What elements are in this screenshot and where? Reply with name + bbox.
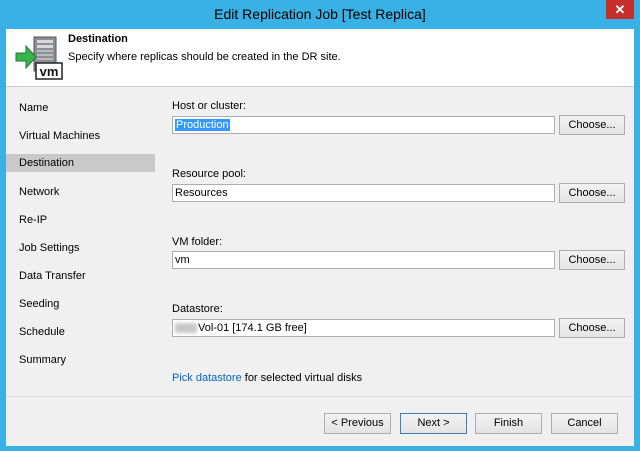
vm-folder-label: VM folder: xyxy=(172,236,223,248)
close-button[interactable]: ✕ xyxy=(606,0,634,19)
cancel-button[interactable]: Cancel xyxy=(551,413,618,434)
resource-pool-field[interactable]: Resources xyxy=(172,184,555,202)
choose-resource-pool-button[interactable]: Choose... xyxy=(559,183,625,203)
sidebar-item-name[interactable]: Name xyxy=(6,99,155,117)
host-or-cluster-field[interactable]: Production xyxy=(172,116,555,134)
wizard-header: vm Destination Specify where replicas sh… xyxy=(6,29,634,87)
destination-settings-panel: Host or cluster: Production Choose... Re… xyxy=(162,87,634,395)
resource-pool-label: Resource pool: xyxy=(172,168,246,180)
sidebar-item-schedule[interactable]: Schedule xyxy=(6,323,155,341)
pick-datastore-text: for selected virtual disks xyxy=(241,372,363,384)
host-or-cluster-label: Host or cluster: xyxy=(172,100,246,112)
pick-datastore-row: Pick datastore for selected virtual disk… xyxy=(172,372,362,384)
sidebar-item-summary[interactable]: Summary xyxy=(6,351,155,369)
choose-datastore-button[interactable]: Choose... xyxy=(559,318,625,338)
sidebar-item-re-ip[interactable]: Re-IP xyxy=(6,211,155,229)
datastore-field[interactable]: Vol-01 [174.1 GB free] xyxy=(172,319,555,337)
sidebar-item-destination[interactable]: Destination xyxy=(6,154,155,172)
wizard-footer: < Previous Next > Finish Cancel xyxy=(6,396,634,446)
next-button[interactable]: Next > xyxy=(400,413,467,434)
datastore-value: Vol-01 [174.1 GB free] xyxy=(198,322,307,334)
sidebar-item-job-settings[interactable]: Job Settings xyxy=(6,239,155,257)
wizard-steps-sidebar: Name Virtual Machines Destination Networ… xyxy=(6,87,158,395)
finish-button[interactable]: Finish xyxy=(475,413,542,434)
previous-button[interactable]: < Previous xyxy=(324,413,391,434)
title-bar: Edit Replication Job [Test Replica] ✕ xyxy=(0,0,640,28)
dialog-client-area: vm Destination Specify where replicas sh… xyxy=(6,29,634,446)
sidebar-item-network[interactable]: Network xyxy=(6,183,155,201)
sidebar-item-virtual-machines[interactable]: Virtual Machines xyxy=(6,127,155,145)
choose-vm-folder-button[interactable]: Choose... xyxy=(559,250,625,270)
vm-icon-text: vm xyxy=(40,64,59,79)
pick-datastore-link[interactable]: Pick datastore xyxy=(172,372,242,384)
host-or-cluster-value: Production xyxy=(175,119,230,131)
page-title: Destination xyxy=(68,33,128,45)
redacted-text xyxy=(175,323,197,334)
vm-folder-field[interactable]: vm xyxy=(172,251,555,269)
sidebar-item-seeding[interactable]: Seeding xyxy=(6,295,155,313)
page-description: Specify where replicas should be created… xyxy=(68,51,341,63)
vm-server-arrow-icon: vm xyxy=(15,36,63,80)
window-title: Edit Replication Job [Test Replica] xyxy=(214,6,426,22)
choose-host-button[interactable]: Choose... xyxy=(559,115,625,135)
sidebar-item-data-transfer[interactable]: Data Transfer xyxy=(6,267,155,285)
datastore-label: Datastore: xyxy=(172,303,223,315)
edit-replication-job-window: Edit Replication Job [Test Replica] ✕ vm… xyxy=(0,0,640,451)
